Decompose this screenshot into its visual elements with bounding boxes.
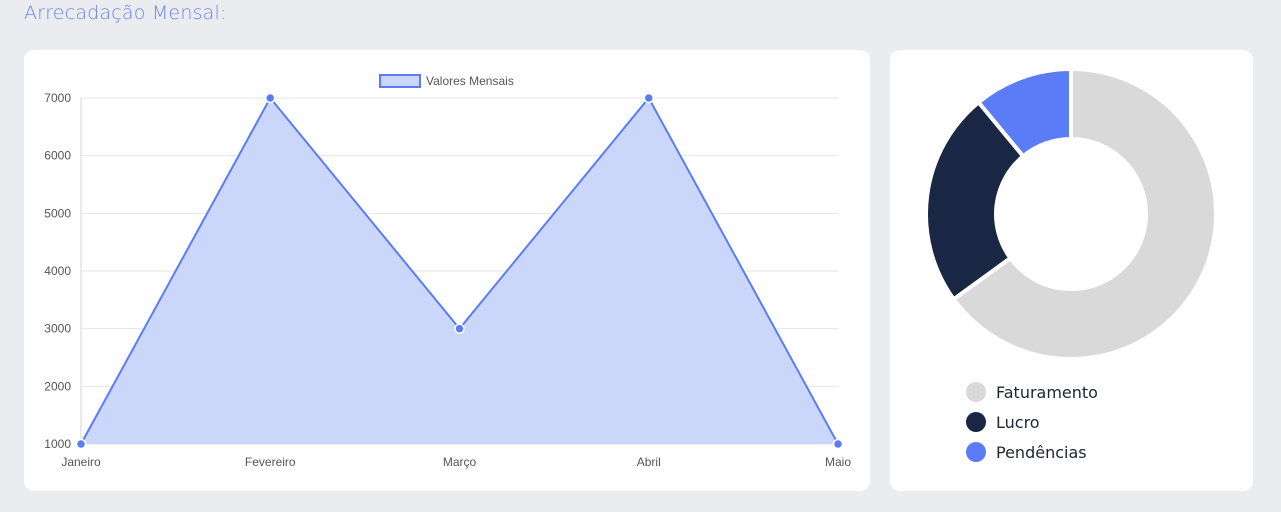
donut-legend-item[interactable]: Pendências [966,437,1098,467]
x-tick-label: Fevereiro [245,455,296,469]
legend-label[interactable]: Valores Mensais [426,74,514,88]
x-tick-label: Janeiro [61,455,101,469]
line-chart: 1000 2000 3000 4000 5000 6000 7000 Janeiro Fever… [44,74,851,469]
legend-label: Pendências [996,442,1087,462]
legend-label: Lucro [996,412,1040,432]
y-tick-label: 3000 [44,322,71,336]
donut-legend-item[interactable]: Lucro [966,407,1098,437]
y-tick-label: 6000 [44,149,71,163]
donut-legend: Faturamento Lucro Pendências [966,377,1098,467]
y-tick-label: 7000 [44,91,71,105]
y-tick-label: 1000 [44,437,71,451]
donut-legend-item[interactable]: Faturamento [966,377,1098,407]
legend-swatch [966,442,986,462]
data-point[interactable] [454,323,465,334]
x-tick-label: Maio [825,455,851,469]
data-point[interactable] [75,438,87,450]
x-tick-label: Março [443,455,477,469]
y-tick-label: 2000 [44,379,71,393]
x-tick-label: Abril [637,455,661,469]
y-tick-label: 4000 [44,264,71,278]
legend-swatch [966,412,986,432]
y-tick-label: 5000 [44,206,71,220]
donut-chart [924,66,1218,361]
legend-swatch [966,382,986,402]
legend-label: Faturamento [996,382,1098,402]
section-title: Arrecadação Mensal: [24,2,227,24]
line-chart-card: 1000 2000 3000 4000 5000 6000 7000 Janeiro Fever… [24,50,870,491]
data-point[interactable] [832,438,844,450]
data-point[interactable] [265,92,276,104]
legend-swatch[interactable] [379,74,421,88]
data-point[interactable] [643,92,654,104]
